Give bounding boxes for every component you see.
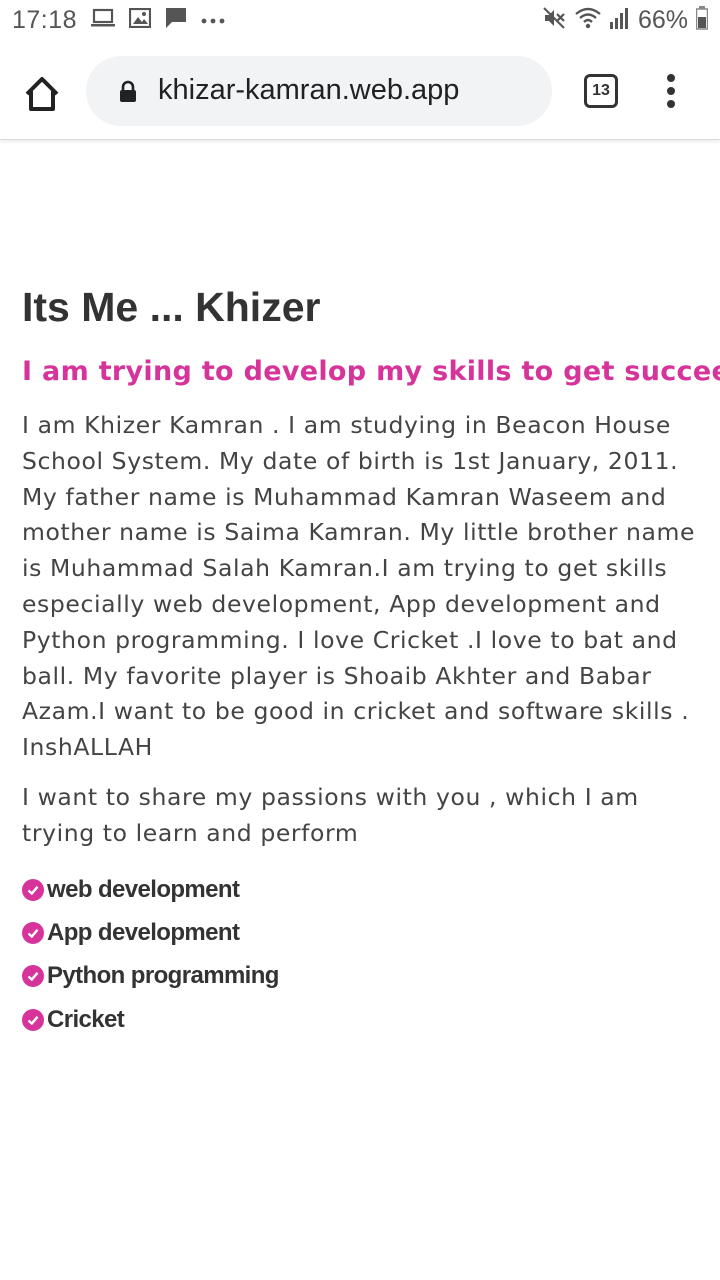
- home-button[interactable]: [22, 74, 62, 114]
- tab-count: 13: [592, 82, 610, 99]
- laptop-icon: [91, 8, 116, 33]
- menu-dot: [667, 74, 675, 82]
- skill-label: Python programming: [47, 962, 279, 990]
- status-bar: 17:18 66%: [0, 0, 720, 44]
- skills-list: web development App development Python p…: [22, 868, 279, 1041]
- home-icon: [25, 77, 59, 111]
- wifi-icon: [574, 6, 602, 35]
- check-circle-icon: [22, 1008, 44, 1031]
- battery-percent: 66%: [637, 6, 688, 34]
- skill-label: web development: [47, 875, 240, 903]
- mute-icon: [542, 6, 566, 35]
- bio-paragraph: I am Khizer Kamran . I am studying in Be…: [22, 411, 696, 762]
- list-item: App development: [22, 911, 279, 954]
- overflow-menu-button[interactable]: [662, 74, 680, 114]
- more-dots-icon: [201, 12, 225, 30]
- skill-label: App development: [47, 918, 240, 946]
- message-icon: [165, 7, 187, 34]
- list-item: Python programming: [22, 955, 279, 998]
- check-circle-icon: [22, 921, 44, 944]
- list-item: Cricket: [22, 998, 279, 1041]
- check-circle-icon: [22, 965, 44, 988]
- image-icon: [128, 7, 152, 33]
- url-text: khizar-kamran.web.app: [158, 74, 460, 106]
- address-bar[interactable]: khizar-kamran.web.app: [86, 56, 552, 126]
- signal-icon: [609, 7, 630, 34]
- lock-icon: [118, 80, 138, 109]
- check-circle-icon: [22, 878, 44, 901]
- page-subtitle: I am trying to develop my skills to get …: [22, 356, 720, 387]
- tab-switcher-button[interactable]: 13: [584, 74, 618, 108]
- list-item: web development: [22, 868, 279, 911]
- battery-icon: [695, 6, 709, 35]
- page-title: Its Me ... Khizer: [22, 284, 321, 330]
- status-time: 17:18: [12, 6, 78, 34]
- browser-toolbar: khizar-kamran.web.app 13: [0, 44, 720, 140]
- skill-label: Cricket: [47, 1005, 125, 1033]
- menu-dot: [667, 87, 675, 95]
- menu-dot: [667, 100, 675, 108]
- intro-paragraph: I want to share my passions with you , w…: [22, 783, 639, 847]
